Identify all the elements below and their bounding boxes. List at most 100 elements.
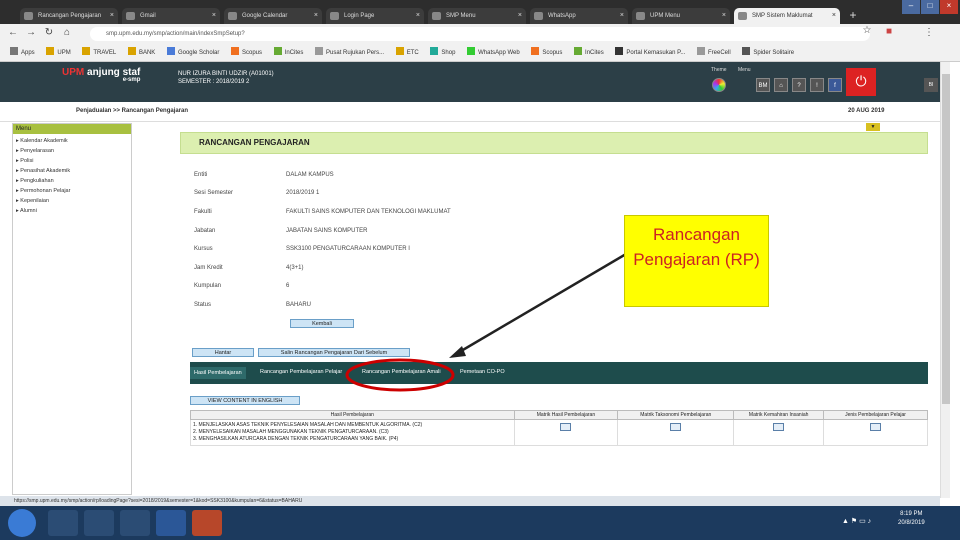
matrix-grid-icon[interactable] [670,423,682,431]
home-icon[interactable]: ⌂ [774,78,788,92]
tab-rancangan-pelajar[interactable]: Rancangan Pembelajaran Pelajar [260,369,342,375]
new-tab-button[interactable]: + [845,8,861,24]
matrix-grid-icon[interactable] [870,423,882,431]
logout-power-icon[interactable]: ⏻ [846,68,876,96]
tab-pemetaan-co-po[interactable]: Pemetaan CO-PO [460,369,505,375]
tab-hasil-pembelajaran[interactable]: Hasil Pembelajaran [190,367,246,379]
browser-tab[interactable]: UPM Menu × [632,8,730,24]
page-icon [697,47,705,55]
user-info: NUR IZURA BINTI UDZIR (A01001) SEMESTER :… [178,70,274,86]
close-icon[interactable]: × [212,8,216,24]
scrollbar-thumb[interactable] [942,74,950,404]
language-toggle-button[interactable]: BI [924,78,938,92]
system-tray[interactable]: ▲ ⚑ ▭ ♪ [842,517,871,525]
alert-icon[interactable]: ! [810,78,824,92]
copy-previous-button[interactable]: Salin Rancangan Pengajaran Dari Sebelum [258,348,410,357]
sidebar-item[interactable]: ▸ Penyelarasan [13,144,131,154]
close-icon[interactable]: × [722,8,726,24]
field-row: Fakulti FAKULTI SAINS KOMPUTER DAN TEKNOL… [194,209,451,215]
home-icon[interactable]: ⌂ [60,27,74,38]
star-icon[interactable]: ☆ [860,25,874,36]
theme-label: Theme [711,67,727,73]
bookmark-item[interactable]: TRAVEL [82,44,116,61]
page-title: RANCANGAN PENGAJARAN [180,132,928,154]
scopus-icon [231,47,239,55]
bookmark-item[interactable]: FreeCell [697,44,731,61]
tab-rancangan-amali[interactable]: Rancangan Pembelajaran Amali [362,369,441,375]
close-icon[interactable]: × [620,8,624,24]
menu-kebab-icon[interactable]: ⋮ [922,27,936,38]
chrome-icon[interactable] [84,510,114,536]
sidebar-item[interactable]: ▸ Permohonan Pelajar [13,184,131,194]
table-header: Matrik Hasil Pembelajaran [513,410,619,420]
back-button[interactable]: Kembali [290,319,354,328]
bookmark-item[interactable]: Apps [10,44,35,61]
bookmark-item[interactable]: Portal Kemasukan P... [615,44,685,61]
theme-picker-icon[interactable] [712,78,726,92]
start-button[interactable] [8,509,36,537]
url-input[interactable]: smp.upm.edu.my/smp/action/main/indexSmpS… [90,27,870,41]
vertical-scrollbar[interactable] [940,62,950,498]
bookmark-item[interactable]: ETC [395,44,419,61]
bookmark-item[interactable]: Scopus [531,44,562,61]
sidebar-item[interactable]: ▸ Kalendar Akademik [13,134,131,144]
matrix-grid-icon[interactable] [773,423,785,431]
outcome-list: 1. MENJELASKAN ASAS TEKNIK PENYELESAIAN … [190,419,515,446]
bookmark-item[interactable]: InCites [574,44,604,61]
folder-icon[interactable] [120,510,150,536]
close-icon[interactable]: × [314,8,318,24]
sidebar-item[interactable]: ▸ Alumni [13,204,131,214]
close-icon[interactable]: × [518,8,522,24]
browser-tab[interactable]: Rancangan Pengajaran × [20,8,118,24]
word-icon[interactable] [156,510,186,536]
bookmark-item[interactable]: Shop [430,44,455,61]
minimize-button[interactable]: – [902,0,920,14]
browser-tab[interactable]: Gmail × [122,8,220,24]
bookmark-item[interactable]: Spider Solitaire [742,44,794,61]
powerpoint-icon[interactable] [192,510,222,536]
view-english-button[interactable]: VIEW CONTENT IN ENGLISH [190,396,300,405]
sidebar-item[interactable]: ▸ Kepenilaian [13,194,131,204]
bookmark-item[interactable]: WhatsApp Web [467,44,520,61]
browser-tab[interactable]: Login Page × [326,8,424,24]
incites-icon [273,47,282,55]
bookmark-item[interactable]: InCites [273,44,303,61]
collapse-toggle-button[interactable]: ▼ [866,123,880,131]
bookmark-item[interactable]: Google Scholar [166,44,219,61]
sidebar-item[interactable]: ▸ Pengkuliahan [13,174,131,184]
submit-button[interactable]: Hantar [192,348,254,357]
breadcrumb-bar: Penjadualan >> Rancangan Pengajaran 20 A… [0,102,940,122]
close-icon[interactable]: × [832,8,836,24]
taskbar-clock[interactable]: 8:19 PM 20/8/2019 [898,510,925,528]
callout-line: Rancangan [653,225,740,244]
bookmark-item[interactable]: Scopus [231,44,262,61]
field-row: Kursus SSK3100 PENGATURCARAAN KOMPUTER I [194,246,410,252]
reload-icon[interactable]: ↻ [42,27,56,38]
help-icon[interactable]: ? [792,78,806,92]
sidebar-item[interactable]: ▸ Polisi [13,154,131,164]
learning-outcome-table: Hasil Pembelajaran Matrik Hasil Pembelaj… [190,410,928,446]
bookmark-item[interactable]: UPM [46,44,71,61]
upm-logo[interactable]: UPM anjung staf e-smp [62,67,140,83]
table-header: Matrik Kemahiran Insaniah [733,410,825,420]
sidebar-item[interactable]: ▸ Penasihat Akademik [13,164,131,174]
back-arrow-icon[interactable]: ← [6,27,20,38]
close-icon[interactable]: × [416,8,420,24]
semester-label: SEMESTER : 2018/2019 2 [178,79,250,85]
close-icon[interactable]: × [110,8,114,24]
browser-tab-active[interactable]: SMP Sistem Maklumat × [734,8,840,24]
extension-icon[interactable]: ■ [882,26,896,37]
callout-line: Pengajaran (RP) [633,250,760,269]
language-bm-button[interactable]: BM [756,78,770,92]
browser-tab[interactable]: Google Calendar × [224,8,322,24]
matrix-grid-icon[interactable] [560,423,572,431]
bookmark-item[interactable]: Pusat Rujukan Pers... [315,44,384,61]
browser-tab[interactable]: WhatsApp × [530,8,628,24]
maximize-button[interactable]: □ [921,0,939,14]
facebook-icon[interactable]: f [828,78,842,92]
forward-arrow-icon[interactable]: → [24,27,38,38]
browser-tab[interactable]: SMP Menu × [428,8,526,24]
file-explorer-icon[interactable] [48,510,78,536]
close-window-button[interactable]: × [940,0,958,14]
bookmark-item[interactable]: BANK [127,44,155,61]
